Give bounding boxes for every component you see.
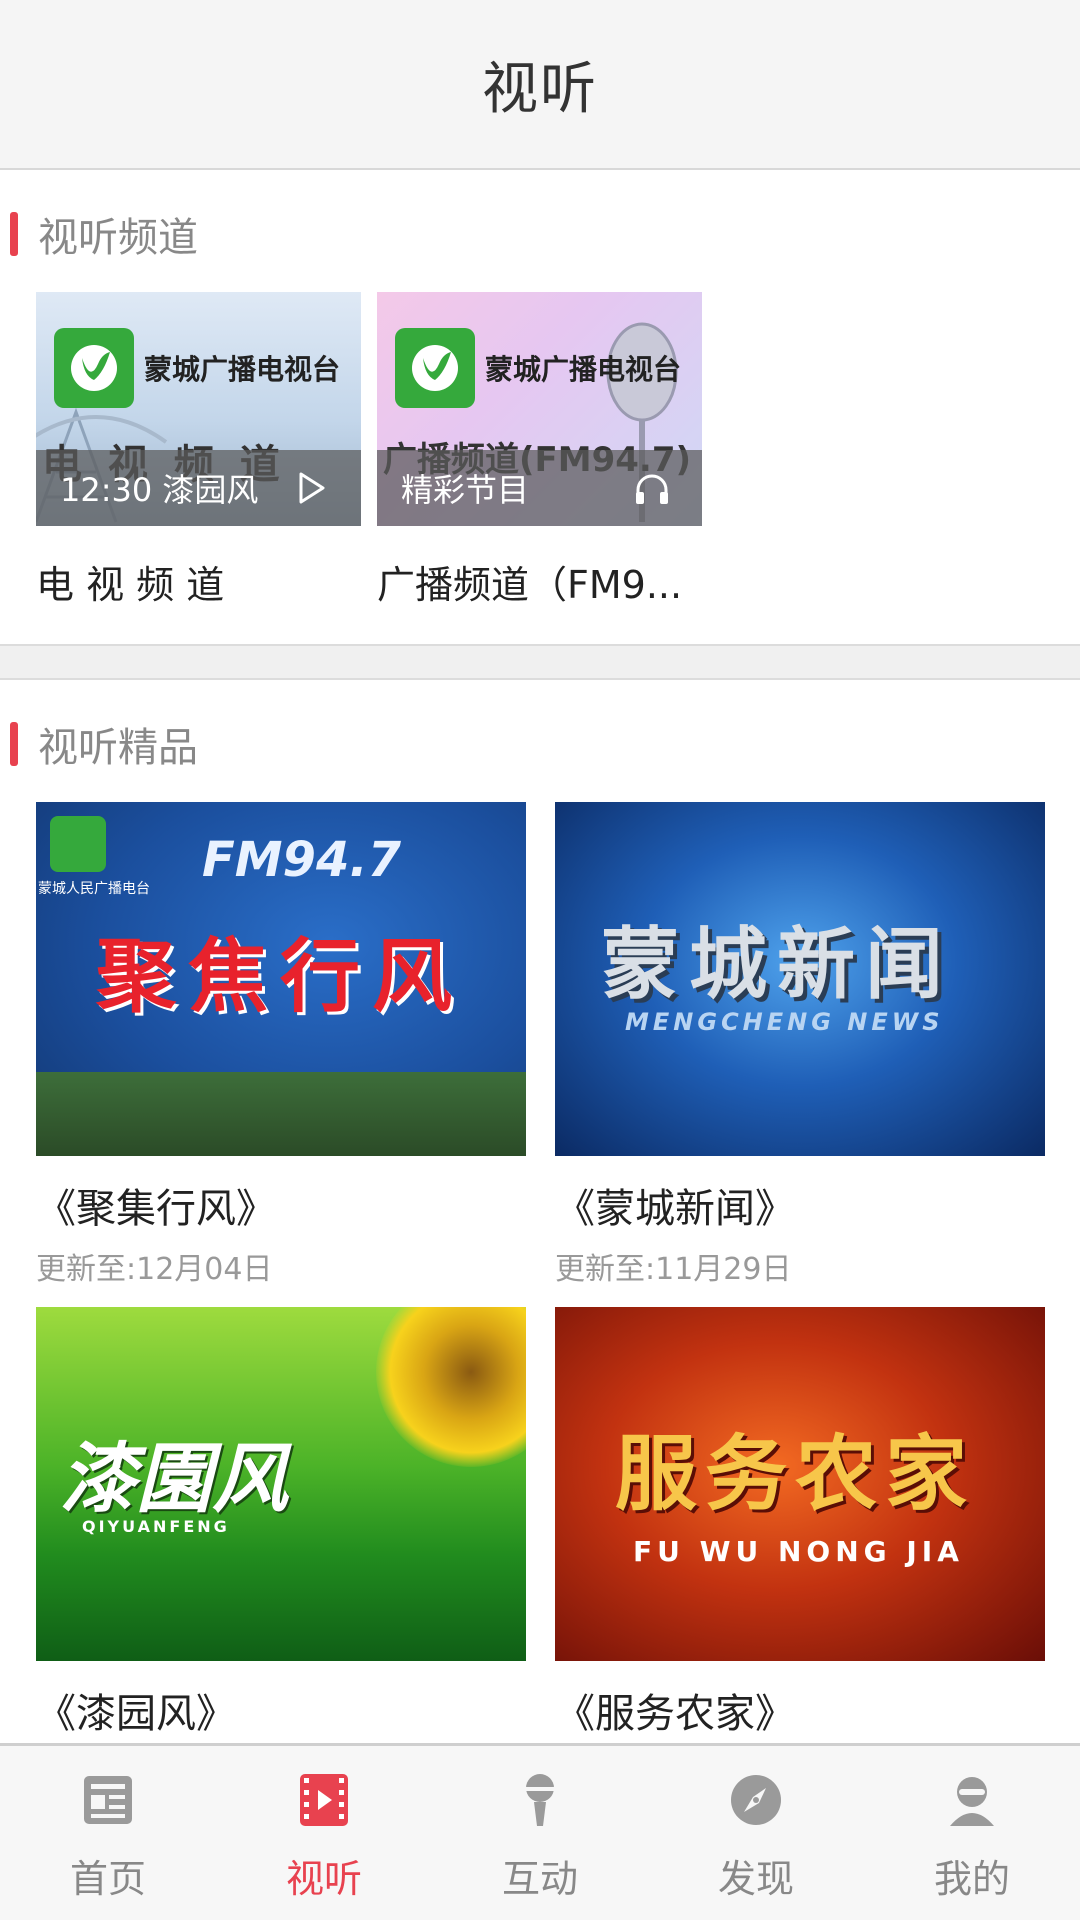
- brand-logo-row: 蒙城广播电视台: [54, 328, 340, 408]
- brand-logo-row: 蒙城广播电视台: [395, 328, 681, 408]
- program-card[interactable]: 蒙城新闻 MENGCHENG NEWS 《蒙城新闻》 更新至:11月29日: [555, 802, 1045, 1288]
- microphone-icon: [526, 1774, 554, 1826]
- tab-label: 首页: [69, 1857, 146, 1901]
- brand-logo-text: 蒙城广播电视台: [144, 353, 341, 386]
- art-small-text: 蒙城人民广播电台: [38, 881, 150, 897]
- now-playing-text: 精彩节目: [401, 471, 530, 509]
- channel-card-radio[interactable]: 蒙城广播电视台 广播频道(FM94.7) 精彩节目 广播频道（FM9...: [377, 292, 702, 609]
- section-accent-bar: [10, 212, 18, 256]
- brand-logo-icon: [395, 328, 475, 408]
- now-playing-overlay: 12:30 漆园风: [36, 450, 361, 526]
- program-card[interactable]: 漆園风 QIYUANFENG 《漆园风》: [36, 1307, 526, 1739]
- compass-icon: [731, 1775, 781, 1825]
- program-updated: 更新至:11月29日: [555, 1252, 792, 1287]
- tab-profile[interactable]: 我的: [864, 1746, 1080, 1920]
- app-header: 视听: [0, 0, 1080, 170]
- sunflower-graphic: [376, 1307, 526, 1467]
- art-sub-text: MENGCHENG NEWS: [625, 1008, 944, 1036]
- tab-label: 视听: [285, 1857, 362, 1901]
- art-sub-text: FU WU NONG JIA: [633, 1535, 964, 1568]
- art-main-text: 蒙城新闻: [601, 920, 954, 1010]
- section-header: 视听精品: [10, 720, 198, 771]
- now-playing-text: 12:30 漆园风: [60, 471, 259, 509]
- section-accent-bar: [10, 722, 18, 766]
- brand-logo-icon: [54, 328, 134, 408]
- tab-label: 我的: [933, 1857, 1010, 1901]
- programs-section: 视听精品 蒙城人民广播电台 FM94.7 聚焦行风 《聚集行风》 更新至:12月…: [0, 682, 1080, 1743]
- tab-label: 发现: [717, 1857, 794, 1901]
- channels-section: 视听频道 蒙城广播电视台 电 视 频 道 12:30 漆园风 电 视 频 道: [0, 172, 1080, 642]
- program-thumbnail[interactable]: 漆園风 QIYUANFENG: [36, 1307, 526, 1661]
- user-icon: [950, 1777, 994, 1826]
- program-title[interactable]: 《蒙城新闻》: [555, 1176, 1045, 1234]
- bottom-tab-bar: 首页 视听 互动 发现 我的: [0, 1743, 1080, 1920]
- art-main-text: 聚焦行风: [96, 930, 464, 1023]
- tab-discover[interactable]: 发现: [648, 1746, 864, 1920]
- art-sub-text: QIYUANFENG: [82, 1517, 230, 1536]
- news-icon: [84, 1776, 132, 1824]
- tab-home[interactable]: 首页: [0, 1746, 216, 1920]
- art-main-text: 漆園风: [60, 1434, 288, 1523]
- headphones-icon[interactable]: [632, 468, 672, 508]
- channel-card-tv[interactable]: 蒙城广播电视台 电 视 频 道 12:30 漆园风 电 视 频 道: [36, 292, 361, 609]
- art-top-text: FM94.7: [202, 832, 401, 888]
- section-title: 视听频道: [38, 215, 198, 261]
- program-thumbnail[interactable]: 服务农家 FU WU NONG JIA: [555, 1307, 1045, 1661]
- section-header: 视听频道: [10, 210, 198, 261]
- channel-thumbnail[interactable]: 蒙城广播电视台 广播频道(FM94.7) 精彩节目: [377, 292, 702, 526]
- channel-thumbnail[interactable]: 蒙城广播电视台 电 视 频 道 12:30 漆园风: [36, 292, 361, 526]
- section-divider: [0, 644, 1080, 680]
- art-scenery: [36, 1072, 526, 1156]
- channel-name[interactable]: 电 视 频 道: [36, 554, 361, 609]
- tab-video[interactable]: 视听: [216, 1746, 432, 1920]
- tab-interact[interactable]: 互动: [432, 1746, 648, 1920]
- now-playing-overlay: 精彩节目: [377, 450, 702, 526]
- tab-label: 互动: [501, 1857, 578, 1901]
- program-title[interactable]: 《聚集行风》: [36, 1176, 526, 1234]
- play-icon[interactable]: [291, 468, 331, 508]
- program-thumbnail[interactable]: 蒙城新闻 MENGCHENG NEWS: [555, 802, 1045, 1156]
- program-card[interactable]: 服务农家 FU WU NONG JIA 《服务农家》: [555, 1307, 1045, 1739]
- video-icon: [300, 1774, 348, 1826]
- section-title: 视听精品: [38, 725, 198, 771]
- program-title[interactable]: 《漆园风》: [36, 1681, 526, 1739]
- program-updated: 更新至:12月04日: [36, 1252, 273, 1287]
- program-title[interactable]: 《服务农家》: [555, 1681, 1045, 1739]
- brand-logo-text: 蒙城广播电视台: [485, 353, 682, 386]
- channel-name[interactable]: 广播频道（FM9...: [377, 554, 702, 609]
- brand-logo-icon: [50, 816, 106, 872]
- program-card[interactable]: 蒙城人民广播电台 FM94.7 聚焦行风 《聚集行风》 更新至:12月04日: [36, 802, 526, 1288]
- program-thumbnail[interactable]: 蒙城人民广播电台 FM94.7 聚焦行风: [36, 802, 526, 1156]
- page-title: 视听: [482, 56, 598, 122]
- art-main-text: 服务农家: [615, 1427, 976, 1522]
